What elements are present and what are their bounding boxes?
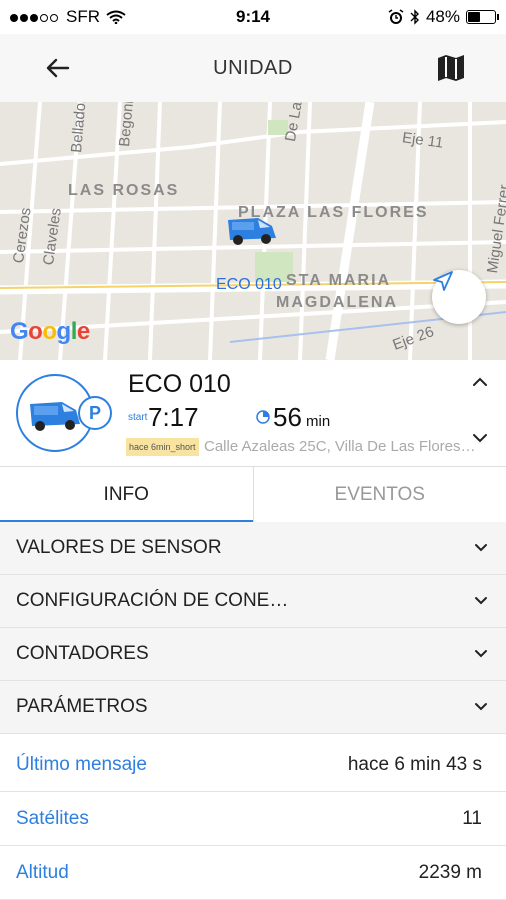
- bluetooth-icon: [410, 9, 419, 25]
- start-time: 7:17: [148, 402, 199, 432]
- signal-dots-icon: [10, 7, 60, 27]
- unit-name: ECO 010: [128, 370, 231, 398]
- section-configuracion[interactable]: CONFIGURACIÓN DE CONE…: [0, 575, 506, 628]
- duration-unit: min: [306, 413, 331, 430]
- google-logo: Google: [10, 318, 90, 345]
- carrier-name: SFR: [66, 7, 100, 26]
- map-area-label: MAGDALENA: [276, 294, 398, 311]
- battery-percent: 48%: [425, 7, 460, 26]
- section-valores-de-sensor[interactable]: VALORES DE SENSOR: [0, 522, 506, 575]
- sections-list: VALORES DE SENSOR CONFIGURACIÓN DE CONE……: [0, 522, 506, 734]
- map-area-label: LAS ROSAS: [68, 182, 180, 199]
- parking-status-badge: P: [78, 396, 112, 430]
- start-label: start: [128, 412, 148, 423]
- map-view[interactable]: Belladonas Begonias Cerezos Claveles De …: [0, 102, 506, 360]
- wifi-icon: [106, 10, 126, 24]
- arrow-left-icon[interactable]: [44, 54, 72, 82]
- chevron-down-icon[interactable]: [472, 432, 488, 444]
- detail-row-ultimo-mensaje: Último mensaje hace 6 min 43 s: [0, 738, 506, 792]
- tab-eventos[interactable]: EVENTOS: [252, 467, 506, 523]
- detail-key: Altitud: [16, 861, 69, 883]
- nav-bar: UNIDAD: [0, 34, 506, 102]
- section-label: CONTADORES: [16, 643, 149, 664]
- unit-card: P ECO 010 start 7:17 56 min hace 6min_sh…: [0, 360, 506, 466]
- map-icon[interactable]: [436, 54, 466, 82]
- vehicle-marker-icon[interactable]: [224, 210, 280, 250]
- section-label: CONFIGURACIÓN DE CONE…: [16, 590, 289, 611]
- detail-value: 2239 m: [418, 861, 482, 883]
- chevron-down-icon: [475, 544, 487, 552]
- chevron-down-icon: [475, 597, 487, 605]
- status-left: SFR: [10, 7, 126, 27]
- unit-address: Calle Azaleas 25C, Villa De Las Flores…: [204, 438, 476, 455]
- detail-row-altitud: Altitud 2239 m: [0, 846, 506, 900]
- section-contadores[interactable]: CONTADORES: [0, 628, 506, 681]
- detail-key: Satélites: [16, 807, 89, 829]
- tab-bar: INFO EVENTOS: [0, 466, 506, 523]
- vehicle-map-label: ECO 010: [216, 276, 282, 293]
- clock-icon: [256, 410, 270, 424]
- chevron-up-icon[interactable]: [472, 376, 488, 388]
- detail-value: hace 6 min 43 s: [347, 753, 482, 775]
- locate-button[interactable]: [432, 270, 486, 324]
- detail-row-satelites: Satélites 11: [0, 792, 506, 846]
- map-area-label: STA MARIA: [286, 272, 392, 289]
- battery-icon: [466, 10, 499, 24]
- navigation-arrow-icon: [433, 271, 453, 291]
- alarm-clock-icon: [388, 9, 404, 24]
- tab-info[interactable]: INFO: [0, 467, 253, 523]
- detail-key: Último mensaje: [16, 753, 147, 775]
- section-label: VALORES DE SENSOR: [16, 537, 222, 558]
- chevron-down-icon: [475, 650, 487, 658]
- status-bar: SFR 9:14 48%: [0, 0, 506, 34]
- last-update-tag: hace 6min_short: [126, 438, 199, 456]
- details-list: Último mensaje hace 6 min 43 s Satélites…: [0, 738, 506, 900]
- page-title: UNIDAD: [213, 56, 293, 79]
- section-parametros[interactable]: PARÁMETROS: [0, 681, 506, 734]
- status-right: 48%: [388, 7, 499, 27]
- section-label: PARÁMETROS: [16, 696, 148, 717]
- detail-value: 11: [462, 807, 482, 829]
- duration-value: 56: [273, 402, 302, 432]
- chevron-down-icon: [475, 703, 487, 711]
